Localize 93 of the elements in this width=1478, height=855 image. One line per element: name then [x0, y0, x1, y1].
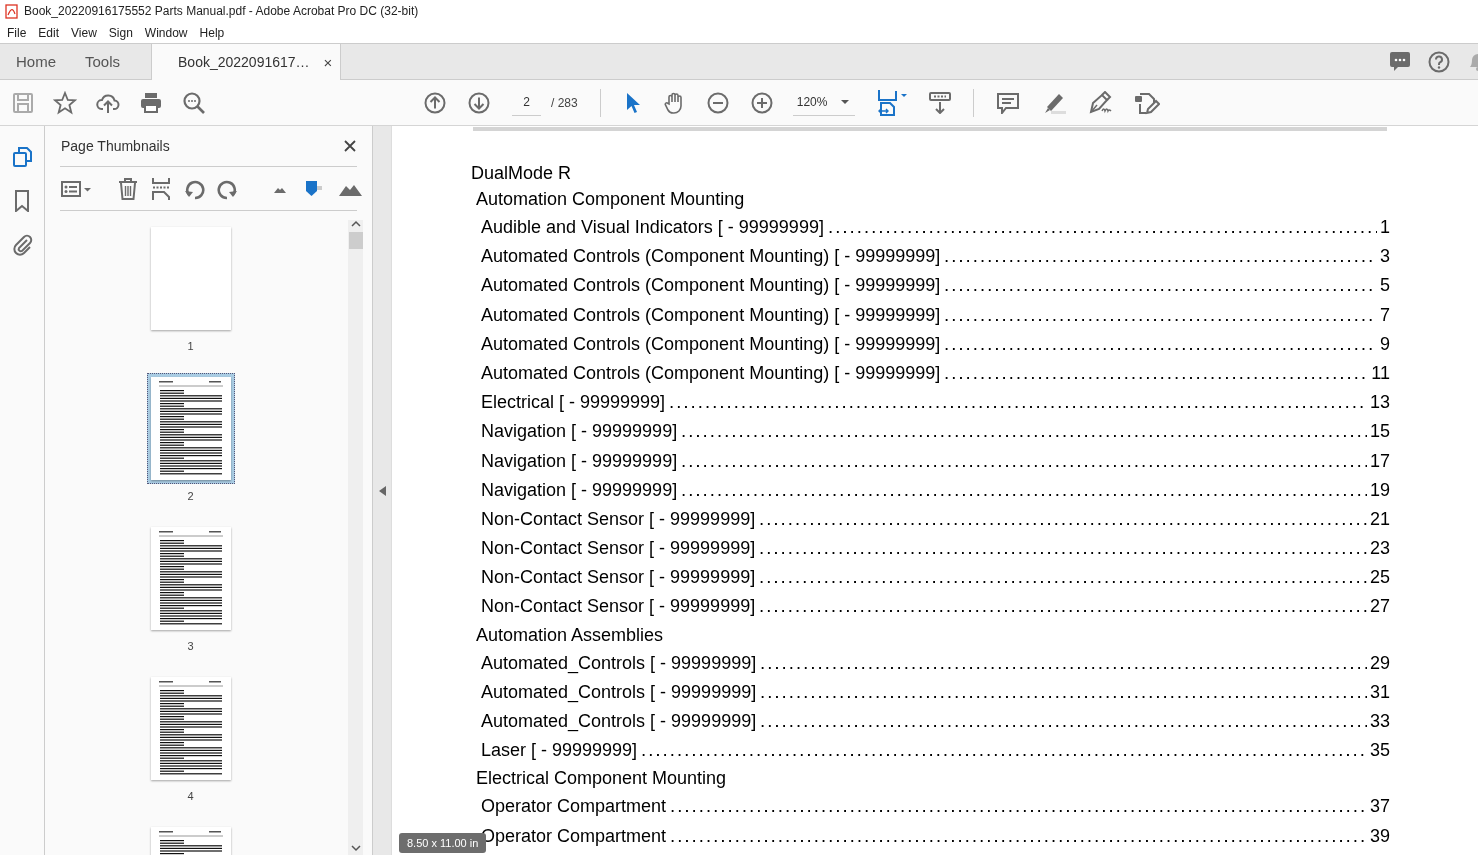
page-label: 3: [187, 640, 194, 652]
chat-icon[interactable]: [1389, 51, 1411, 72]
menu-item[interactable]: Sign: [103, 25, 138, 40]
tab[interactable]: Book_2022091617… ×: [151, 44, 342, 80]
menu-item[interactable]: Window: [139, 25, 193, 40]
page-count: / 283: [551, 95, 578, 110]
page-reference: 15: [1369, 420, 1390, 444]
document-heading: DualMode R: [471, 162, 573, 185]
close-tab-button[interactable]: ×: [323, 53, 333, 71]
zoom-out-icon[interactable]: [706, 91, 729, 114]
page-reference: 9: [1380, 332, 1390, 356]
contents-entry[interactable]: Navigation [ - 99999999]: [481, 417, 678, 447]
close-icon[interactable]: [343, 139, 357, 153]
star-icon[interactable]: [53, 90, 77, 115]
page-reference: 33: [1369, 710, 1390, 733]
menu-item[interactable]: File: [2, 25, 32, 40]
bookmark-icon[interactable]: [13, 190, 31, 212]
thumbnail-options-icon[interactable]: [61, 179, 92, 198]
page-label: 1: [187, 340, 194, 352]
contents-entry[interactable]: Laser [ - 99999999]: [481, 736, 638, 766]
window-title: Book_20220916175552 Parts Manual.pdf - Adobe Acrobat Pro DC (32-bit): [24, 4, 419, 18]
next-page-icon[interactable]: [468, 91, 490, 114]
help-icon[interactable]: [1428, 50, 1450, 73]
printer-icon[interactable]: [139, 90, 163, 115]
page-reference: 3: [1380, 245, 1390, 269]
contents-entry[interactable]: Automated Controls (Component Mounting) [ - 99999999]: [481, 329, 941, 359]
edit-document-icon[interactable]: [1133, 90, 1160, 115]
page-reference: 35: [1369, 739, 1390, 763]
page-reference: 25: [1369, 566, 1390, 590]
page-thumbnail[interactable]: [146, 373, 235, 484]
page-reference: 19: [1369, 478, 1390, 502]
scrollbar-thumb[interactable]: [348, 232, 363, 249]
contents-entry[interactable]: Navigation [ - 99999999]: [481, 446, 678, 476]
section-title: Automation Component Mounting: [475, 188, 746, 211]
contents-entry[interactable]: Non-Contact Sensor [ - 99999999]: [481, 534, 756, 564]
page-reference: 23: [1369, 537, 1390, 561]
contents-entry[interactable]: Automated Controls (Component Mounting) [ - 99999999]: [481, 271, 941, 301]
tab[interactable]: Tools: [71, 44, 151, 79]
page-label: 4: [187, 790, 194, 802]
page-reference: 31: [1369, 680, 1390, 704]
menu-item[interactable]: View: [66, 25, 102, 40]
contents-entry[interactable]: Automated_Controls [ - 99999999]: [481, 707, 757, 737]
page-reference: 1: [1380, 216, 1390, 239]
page-reference: 13: [1369, 391, 1390, 415]
contents-entry[interactable]: Audible and Visual Indicators [ - 99999999]: [481, 213, 824, 243]
page-reference: 39: [1369, 824, 1390, 848]
page-reference: 27: [1369, 595, 1390, 619]
page-reference: 5: [1380, 274, 1390, 298]
pdf-file-icon: [5, 3, 18, 19]
section-title: Electrical Component Mounting: [475, 767, 728, 791]
trash-icon[interactable]: [117, 177, 139, 200]
scroll-up-icon[interactable]: [350, 220, 361, 228]
page-reference: 17: [1369, 449, 1390, 473]
scroll-down-icon[interactable]: [350, 844, 361, 852]
contents-entry[interactable]: Automated_Controls [ - 99999999]: [481, 648, 757, 678]
page-label: 2: [187, 490, 194, 502]
menu-item[interactable]: Edit: [33, 25, 65, 40]
contents-entry[interactable]: Non-Contact Sensor [ - 99999999]: [481, 592, 756, 622]
paperclip-icon[interactable]: [11, 234, 33, 256]
caret-icon: [840, 100, 849, 104]
page-size-tooltip: 8.50 x 11.00 in: [399, 833, 487, 853]
insert-page-icon[interactable]: [151, 176, 171, 201]
pen-signature-icon[interactable]: [1087, 91, 1112, 114]
page-reference: 37: [1369, 795, 1390, 819]
scroll-mode-icon[interactable]: [928, 91, 951, 114]
page-reference: 21: [1369, 507, 1390, 531]
zoom-field[interactable]: 120%: [792, 89, 855, 116]
search-icon[interactable]: [182, 90, 206, 115]
contents-entry[interactable]: Automated Controls (Component Mounting) [ - 99999999]: [481, 300, 941, 330]
contents-entry[interactable]: Automated Controls (Component Mounting) [ - 99999999]: [481, 358, 941, 389]
panel-title: Page Thumbnails: [61, 138, 170, 154]
previous-page-icon[interactable]: [424, 91, 446, 114]
page-reference: 11: [1371, 361, 1390, 385]
zoom-in-icon[interactable]: [750, 91, 773, 114]
menu-item[interactable]: Help: [194, 25, 230, 40]
tab[interactable]: Home: [0, 44, 71, 79]
contents-entry[interactable]: Automated Controls (Component Mounting) [ - 99999999]: [481, 242, 941, 272]
page-reference: 7: [1380, 303, 1390, 327]
contents-entry[interactable]: Non-Contact Sensor [ - 99999999]: [481, 563, 756, 593]
collapse-panel-icon[interactable]: [378, 485, 386, 496]
pages-icon[interactable]: [11, 146, 33, 168]
comment-icon[interactable]: [995, 91, 1020, 114]
contents-entry[interactable]: Non-Contact Sensor [ - 99999999]: [481, 504, 756, 535]
page-number-field[interactable]: 2: [512, 89, 541, 116]
contents-entry[interactable]: Automated_Controls [ - 99999999]: [481, 677, 757, 707]
section-title: Automation Assemblies: [475, 623, 665, 647]
thumbnail-size-slider-icon[interactable]: [305, 181, 322, 196]
page-reference: 29: [1369, 651, 1390, 675]
contents-entry[interactable]: Operator Compartment: [481, 792, 667, 822]
contents-entry[interactable]: Electrical [ - 99999999]: [481, 388, 666, 418]
hand-icon[interactable]: [662, 91, 685, 114]
fit-page-icon[interactable]: [876, 89, 907, 116]
contents-entry[interactable]: Navigation [ - 99999999]: [481, 475, 678, 505]
